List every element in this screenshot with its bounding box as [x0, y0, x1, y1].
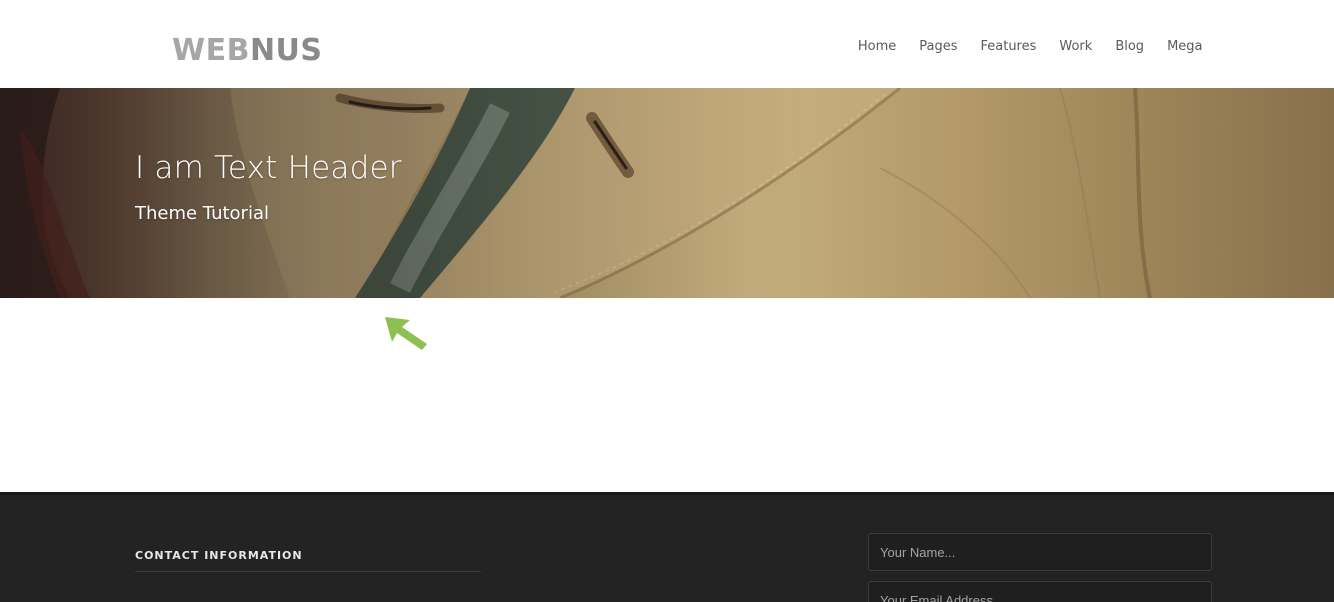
arrow-up-left-icon: [385, 317, 427, 350]
nav-work[interactable]: Work: [1048, 38, 1104, 56]
site-footer: CONTACT INFORMATION: [0, 492, 1334, 602]
hero-subtitle: Theme Tutorial: [135, 203, 269, 224]
site-header: WEBNUS Home Pages Features Work Blog Meg…: [0, 0, 1334, 88]
site-logo[interactable]: WEBNUS: [172, 32, 323, 70]
nav-home[interactable]: Home: [846, 38, 907, 56]
name-input[interactable]: [868, 533, 1212, 571]
hero-banner: I am Text Header Theme Tutorial: [0, 88, 1334, 298]
nav-features[interactable]: Features: [969, 38, 1048, 56]
nav-mega[interactable]: Mega: [1156, 38, 1214, 56]
main-nav: Home Pages Features Work Blog Mega: [846, 38, 1214, 56]
logo-text-web: WEB: [172, 33, 250, 68]
nav-pages[interactable]: Pages: [908, 38, 969, 56]
contact-information-heading: CONTACT INFORMATION: [135, 549, 303, 562]
email-input[interactable]: [868, 581, 1212, 602]
hero-title: I am Text Header: [135, 150, 402, 186]
nav-blog[interactable]: Blog: [1104, 38, 1156, 56]
logo-text-nus: NUS: [249, 33, 323, 68]
hero-overlay: [0, 88, 1334, 298]
contact-heading-divider: [135, 571, 481, 572]
